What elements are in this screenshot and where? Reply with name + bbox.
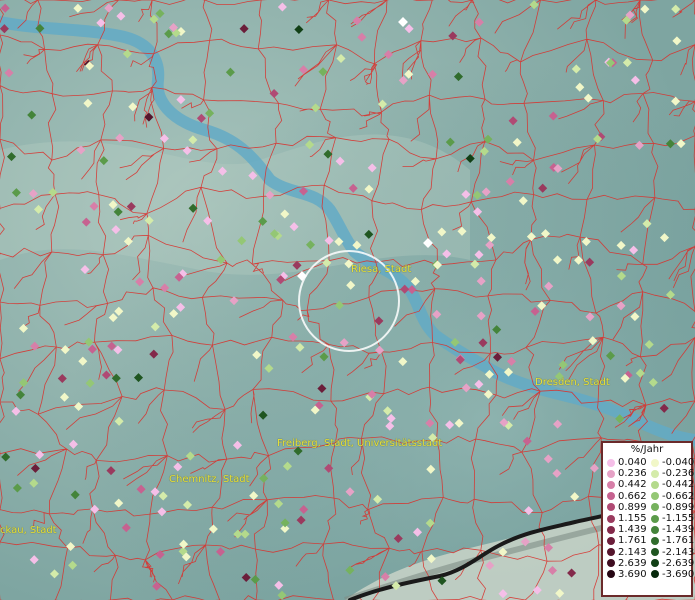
legend-entry-negative: -2.639 bbox=[647, 557, 695, 569]
place-label-riesa[interactable]: Riesa, Stadt bbox=[351, 264, 411, 275]
legend-label: 0.442 bbox=[618, 479, 647, 491]
legend-row: 1.439 -1.439 bbox=[603, 524, 695, 536]
legend-entry-positive: 0.236 bbox=[603, 468, 647, 479]
legend-label: -0.899 bbox=[662, 501, 695, 513]
legend-entry-positive: 0.662 bbox=[603, 491, 647, 502]
legend-swatch bbox=[607, 525, 615, 534]
legend-entry-negative: -0.442 bbox=[647, 479, 695, 491]
legend-label: 1.439 bbox=[618, 524, 647, 536]
legend-swatch bbox=[607, 480, 615, 489]
legend-row: 0.662 -0.662 bbox=[603, 490, 695, 502]
legend-label: -0.442 bbox=[662, 479, 695, 491]
legend-label: 0.040 bbox=[618, 457, 647, 468]
map-view[interactable]: Riesa, Stadt Dresden, Stadt Freiberg, St… bbox=[0, 0, 695, 600]
legend-swatch bbox=[607, 559, 615, 568]
legend-swatch bbox=[651, 525, 659, 534]
legend-swatch bbox=[607, 548, 615, 557]
legend-entry-negative: -1.439 bbox=[647, 524, 695, 536]
legend-label: 3.690 bbox=[618, 568, 647, 580]
legend-label: 2.143 bbox=[618, 546, 647, 558]
legend-entry-positive: 1.761 bbox=[603, 535, 647, 546]
legend-label: 0.899 bbox=[618, 501, 647, 513]
legend-entry-positive: 1.155 bbox=[603, 513, 647, 524]
legend-swatch bbox=[651, 570, 659, 579]
legend-entry-negative: -0.662 bbox=[647, 490, 695, 502]
legend-entry-positive: 0.899 bbox=[603, 502, 647, 513]
legend-rows: 0.040 -0.040 0.236 -0.236 0.442 -0.442 0.662 -0… bbox=[603, 457, 695, 580]
legend-swatch bbox=[651, 503, 659, 512]
legend-label: 0.662 bbox=[618, 490, 647, 502]
legend-entry-negative: -3.690 bbox=[647, 568, 695, 580]
legend-swatch bbox=[651, 458, 659, 467]
legend-swatch bbox=[651, 469, 659, 478]
legend-entry-negative: -1.761 bbox=[647, 535, 695, 547]
legend-swatch bbox=[651, 559, 659, 568]
place-label-freiberg[interactable]: Freiberg, Stadt, Universitätsstadt bbox=[277, 438, 442, 449]
legend-label: 1.761 bbox=[618, 535, 647, 547]
legend-entry-positive: 0.442 bbox=[603, 479, 647, 490]
legend-entry-negative: -2.143 bbox=[647, 546, 695, 558]
legend-row: 1.155 -1.155 bbox=[603, 512, 695, 524]
legend-swatch bbox=[651, 514, 659, 523]
legend-swatch bbox=[607, 469, 615, 478]
place-label-zwickau[interactable]: ckau, Stadt bbox=[0, 525, 57, 536]
legend-swatch bbox=[607, 570, 615, 579]
place-label-chemnitz[interactable]: Chemnitz, Stadt bbox=[169, 474, 250, 485]
legend-row: 1.761 -1.761 bbox=[603, 535, 695, 547]
legend-row: 0.040 -0.040 bbox=[603, 457, 695, 468]
legend-row: 0.899 -0.899 bbox=[603, 501, 695, 513]
legend-swatch bbox=[607, 458, 615, 467]
legend-label: -0.236 bbox=[662, 468, 695, 480]
legend-label: -3.690 bbox=[662, 568, 695, 580]
legend-entry-negative: -1.155 bbox=[647, 512, 695, 524]
legend-entry-positive: 2.143 bbox=[603, 547, 647, 558]
legend-swatch bbox=[607, 514, 615, 523]
legend-row: 0.442 -0.442 bbox=[603, 479, 695, 491]
legend-entry-negative: -0.236 bbox=[647, 468, 695, 480]
legend-label: -0.662 bbox=[662, 490, 695, 502]
legend-label: -2.143 bbox=[662, 546, 695, 558]
legend-swatch bbox=[651, 492, 659, 501]
legend-label: -2.639 bbox=[662, 557, 695, 569]
legend-label: -1.155 bbox=[662, 512, 695, 524]
legend-row: 0.236 -0.236 bbox=[603, 468, 695, 480]
map-canvas[interactable] bbox=[0, 0, 695, 600]
legend-label: 1.155 bbox=[618, 512, 647, 524]
legend-title: %/Jahr bbox=[630, 444, 664, 455]
legend-label: -1.439 bbox=[662, 524, 695, 536]
legend-entry-positive: 1.439 bbox=[603, 524, 647, 535]
legend-row: 2.143 -2.143 bbox=[603, 546, 695, 558]
legend-entry-positive: 2.639 bbox=[603, 558, 647, 569]
legend-label: 2.639 bbox=[618, 557, 647, 569]
legend-entry-negative: -0.899 bbox=[647, 501, 695, 513]
legend-swatch bbox=[651, 548, 659, 557]
legend-entry-positive: 0.040 bbox=[603, 457, 647, 468]
legend-entry-positive: 3.690 bbox=[603, 569, 647, 580]
legend-row: 2.639 -2.639 bbox=[603, 557, 695, 569]
legend-swatch bbox=[607, 492, 615, 501]
legend: %/Jahr 0.040 -0.040 0.236 -0.236 0.442 -0.442… bbox=[601, 441, 695, 597]
legend-label: -0.040 bbox=[662, 457, 695, 468]
legend-label: -1.761 bbox=[662, 535, 695, 547]
legend-row: 3.690 -3.690 bbox=[603, 568, 695, 580]
legend-swatch bbox=[607, 503, 615, 512]
place-label-dresden[interactable]: Dresden, Stadt bbox=[535, 377, 610, 388]
legend-swatch bbox=[651, 536, 659, 545]
legend-swatch bbox=[607, 536, 615, 545]
legend-entry-negative: -0.040 bbox=[647, 457, 695, 468]
legend-swatch bbox=[651, 480, 659, 489]
legend-label: 0.236 bbox=[618, 468, 647, 480]
